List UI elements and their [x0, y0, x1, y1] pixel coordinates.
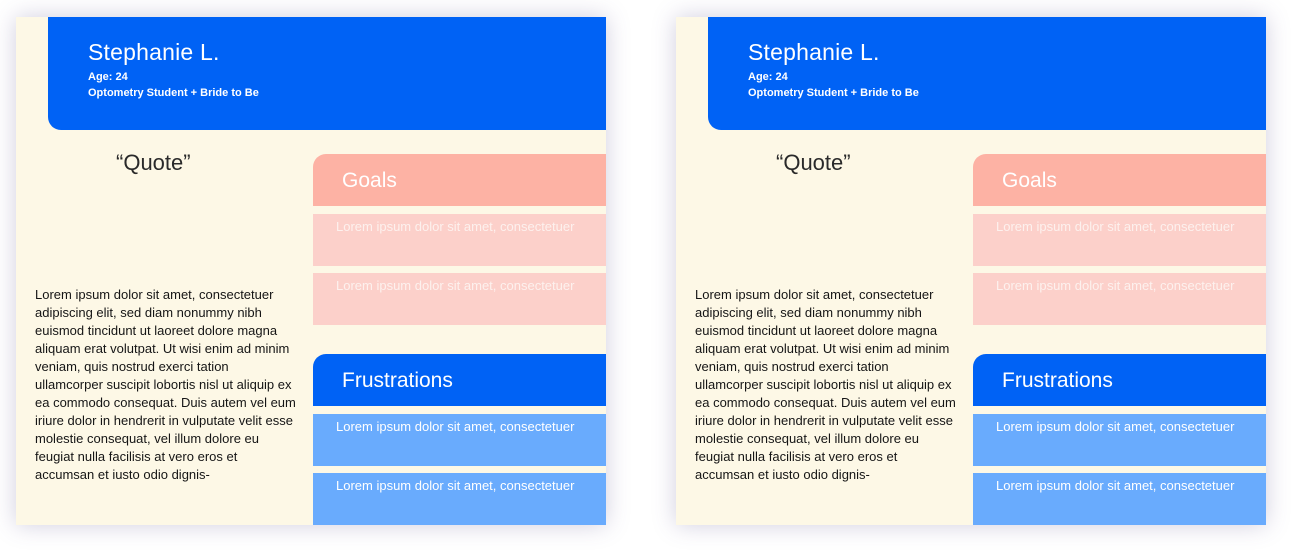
persona-card-right: Stephanie L. Age: 24 Optometry Student +… [676, 17, 1266, 525]
persona-occupation: Optometry Student + Bride to Be [88, 87, 259, 99]
frustration-item: Lorem ipsum dolor sit amet, consectetuer [313, 414, 606, 466]
persona-occupation: Optometry Student + Bride to Be [748, 87, 919, 99]
persona-name: Stephanie L. [88, 39, 220, 65]
persona-name: Stephanie L. [748, 39, 880, 65]
frustrations-header: Frustrations [973, 354, 1266, 406]
goal-item: Lorem ipsum dolor sit amet, consectetuer [313, 273, 606, 325]
goal-item: Lorem ipsum dolor sit amet, consectetuer [973, 273, 1266, 325]
frustrations-header: Frustrations [313, 354, 606, 406]
goals-header: Goals [973, 154, 1266, 206]
frustration-item: Lorem ipsum dolor sit amet, consectetuer [973, 414, 1266, 466]
goal-item: Lorem ipsum dolor sit amet, consectetuer [973, 214, 1266, 266]
persona-header: Stephanie L. Age: 24 Optometry Student +… [708, 17, 1266, 130]
persona-bio: Lorem ipsum dolor sit amet, consectetuer… [695, 287, 956, 482]
persona-quote: “Quote” [776, 150, 851, 175]
frustration-item: Lorem ipsum dolor sit amet, consectetuer [973, 473, 1266, 525]
goals-header: Goals [313, 154, 606, 206]
persona-header: Stephanie L. Age: 24 Optometry Student +… [48, 17, 606, 130]
persona-card-left: Stephanie L. Age: 24 Optometry Student +… [16, 17, 606, 525]
persona-quote: “Quote” [116, 150, 191, 175]
goal-item: Lorem ipsum dolor sit amet, consectetuer [313, 214, 606, 266]
persona-age: Age: 24 [88, 71, 128, 83]
persona-bio: Lorem ipsum dolor sit amet, consectetuer… [35, 287, 296, 482]
frustration-item: Lorem ipsum dolor sit amet, consectetuer [313, 473, 606, 525]
persona-age: Age: 24 [748, 71, 788, 83]
